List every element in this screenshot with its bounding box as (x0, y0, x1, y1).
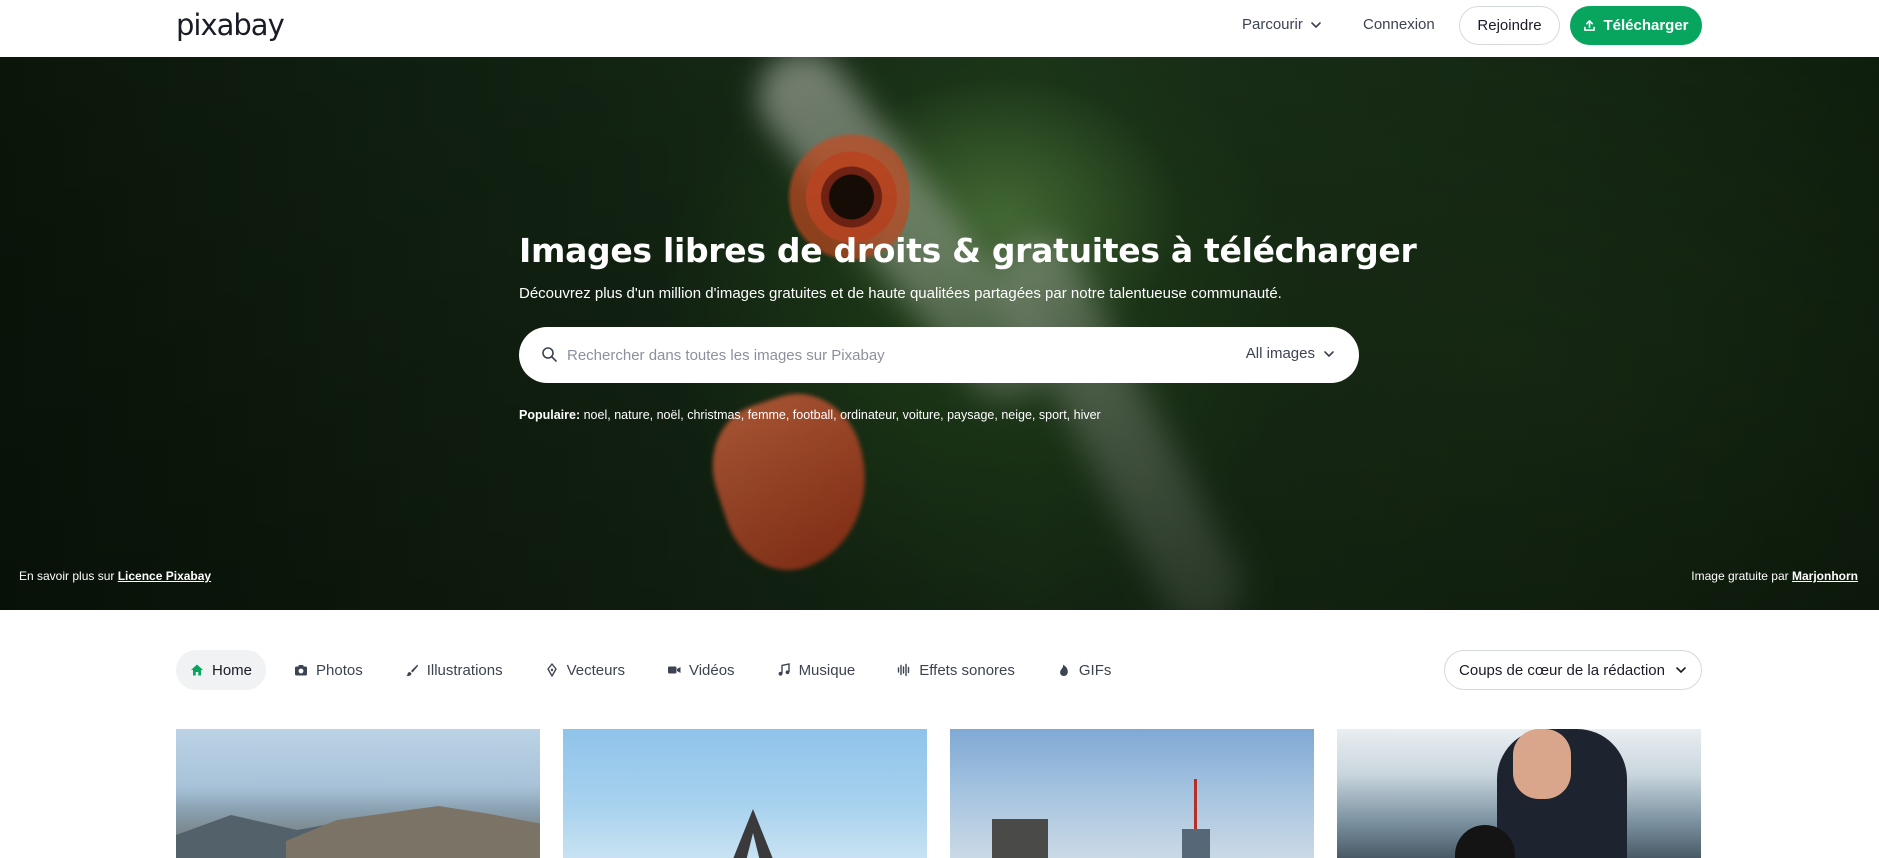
image-card[interactable] (176, 729, 540, 858)
video-icon (667, 666, 681, 674)
category-tabs: Home Photos Illustrations Vecteurs Vidéo… (176, 650, 1139, 690)
credit-author-link[interactable]: Marjonhorn (1792, 569, 1858, 583)
image-thumbnail-detail (286, 806, 540, 858)
tab-label: Photos (316, 661, 363, 679)
popular-searches: Populaire: noel, nature, noël, christmas… (519, 408, 1101, 422)
image-credit: Image gratuite par Marjonhorn (1691, 569, 1858, 583)
chevron-down-icon (1324, 350, 1334, 357)
tab-photos[interactable]: Photos (280, 650, 377, 690)
upload-button[interactable]: Télécharger (1570, 6, 1702, 45)
upload-icon (1584, 20, 1596, 31)
hero-title: Images libres de droits & gratuites à té… (519, 231, 1417, 270)
image-grid (176, 729, 1702, 858)
tab-illustrations[interactable]: Illustrations (391, 650, 517, 690)
popular-tag[interactable]: paysage (947, 408, 994, 422)
popular-tag[interactable]: femme (748, 408, 786, 422)
image-thumbnail-detail (1182, 829, 1210, 858)
tab-home[interactable]: Home (176, 650, 267, 690)
tab-label: Effets sonores (919, 661, 1015, 679)
popular-tag[interactable]: neige (1001, 408, 1032, 422)
image-card[interactable] (950, 729, 1314, 858)
flame-icon (1060, 664, 1068, 676)
license-link[interactable]: Licence Pixabay (118, 569, 211, 583)
license-note: En savoir plus sur Licence Pixabay (19, 569, 211, 583)
search-bar: All images (519, 327, 1359, 383)
browse-menu[interactable]: Parcourir (1242, 16, 1322, 33)
tab-gifs[interactable]: GIFs (1043, 650, 1126, 690)
join-button[interactable]: Rejoindre (1459, 6, 1560, 45)
tab-label: Vidéos (688, 661, 735, 679)
image-thumbnail-detail (1513, 729, 1571, 799)
license-prefix: En savoir plus sur (19, 569, 115, 583)
tab-label: Illustrations (426, 661, 503, 679)
tab-vectors[interactable]: Vecteurs (531, 650, 639, 690)
popular-tag[interactable]: hiver (1074, 408, 1101, 422)
sort-label: Coups de cœur de la rédaction (1459, 661, 1665, 679)
popular-tag[interactable]: noël (657, 408, 681, 422)
popular-tag[interactable]: noel (584, 408, 608, 422)
image-thumbnail-detail (992, 819, 1048, 858)
popular-tag[interactable]: voiture (903, 408, 941, 422)
camera-icon (295, 665, 308, 676)
tab-music[interactable]: Musique (763, 650, 870, 690)
tab-sound-effects[interactable]: Effets sonores (883, 650, 1029, 690)
upload-label: Télécharger (1603, 17, 1689, 34)
pen-nib-icon (546, 663, 557, 677)
tab-videos[interactable]: Vidéos (653, 650, 749, 690)
media-type-dropdown[interactable]: All images (1246, 345, 1335, 362)
chevron-down-icon (1311, 21, 1321, 28)
top-header: pixabay Parcourir Connexion Rejoindre Té… (0, 0, 1879, 57)
login-link[interactable]: Connexion (1363, 16, 1435, 33)
search-input[interactable] (567, 337, 1207, 373)
popular-tag[interactable]: football (793, 408, 833, 422)
popular-tag[interactable]: sport (1039, 408, 1067, 422)
popular-tag[interactable]: ordinateur (840, 408, 896, 422)
pixabay-logo[interactable]: pixabay (176, 8, 285, 42)
credit-prefix: Image gratuite par (1691, 569, 1789, 583)
tab-label: Musique (798, 661, 856, 679)
popular-tag[interactable]: nature (614, 408, 649, 422)
hero-subtitle: Découvrez plus d'un million d'images gra… (519, 285, 1282, 302)
sort-dropdown[interactable]: Coups de cœur de la rédaction (1444, 650, 1702, 690)
music-note-icon (778, 663, 790, 676)
image-thumbnail-detail (729, 809, 777, 858)
image-card[interactable] (1337, 729, 1701, 858)
home-icon (191, 664, 203, 676)
tab-label: GIFs (1078, 661, 1112, 679)
popular-tag[interactable]: christmas (687, 408, 740, 422)
tab-label: Home (212, 661, 253, 679)
tab-label: Vecteurs (566, 661, 625, 679)
search-icon (542, 347, 557, 362)
popular-label: Populaire: (519, 408, 581, 422)
chevron-down-icon (1676, 667, 1686, 673)
browse-label: Parcourir (1242, 16, 1303, 33)
media-type-label: All images (1245, 345, 1315, 362)
sound-wave-icon (898, 663, 910, 677)
image-card[interactable] (563, 729, 927, 858)
brush-icon (405, 664, 418, 677)
